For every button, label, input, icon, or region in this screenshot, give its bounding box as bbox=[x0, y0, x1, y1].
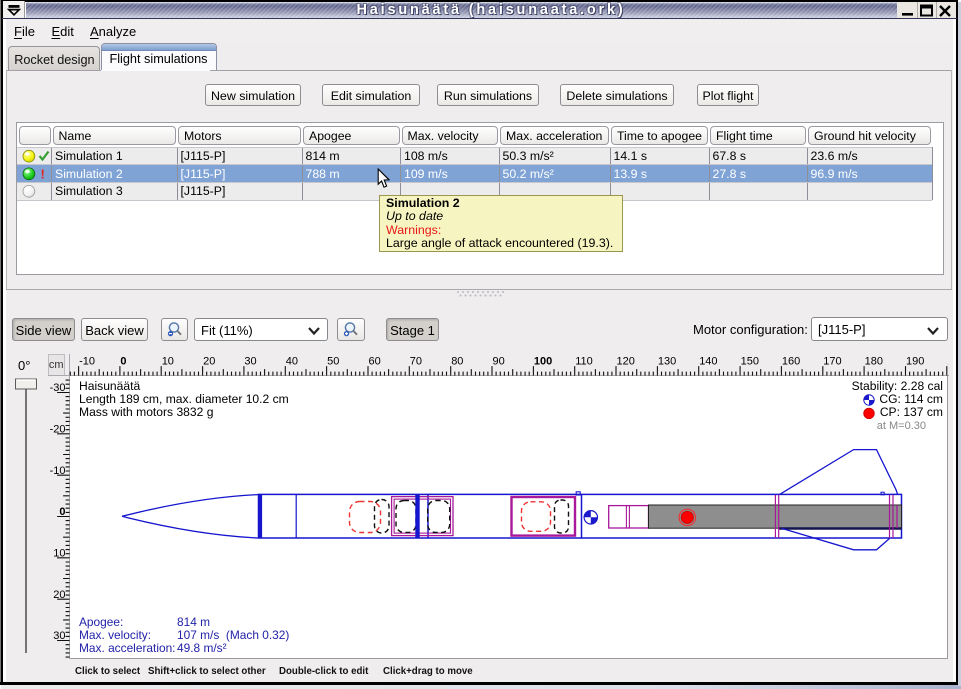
svg-text:10: 10 bbox=[53, 547, 65, 559]
svg-text:160: 160 bbox=[781, 356, 799, 368]
svg-text:140: 140 bbox=[699, 356, 717, 368]
svg-text:40: 40 bbox=[285, 356, 297, 368]
svg-text:0: 0 bbox=[120, 356, 126, 368]
svg-text:0: 0 bbox=[59, 506, 65, 518]
svg-text:80: 80 bbox=[451, 356, 463, 368]
svg-text:110: 110 bbox=[575, 356, 593, 368]
svg-text:60: 60 bbox=[368, 356, 380, 368]
svg-text:170: 170 bbox=[823, 356, 841, 368]
svg-text:20: 20 bbox=[53, 589, 65, 601]
svg-text:-10: -10 bbox=[79, 356, 95, 368]
svg-text:190: 190 bbox=[906, 356, 924, 368]
svg-text:!: ! bbox=[41, 167, 45, 182]
svg-text:120: 120 bbox=[616, 356, 634, 368]
svg-text:200: 200 bbox=[947, 356, 948, 368]
svg-text:-10: -10 bbox=[50, 465, 66, 477]
svg-text:70: 70 bbox=[409, 356, 421, 368]
svg-text:50: 50 bbox=[327, 356, 339, 368]
svg-text:30: 30 bbox=[53, 630, 65, 642]
svg-text:10: 10 bbox=[161, 356, 173, 368]
svg-text:-20: -20 bbox=[50, 423, 66, 435]
svg-text:-30: -30 bbox=[50, 382, 66, 394]
svg-text:30: 30 bbox=[244, 356, 256, 368]
svg-text:180: 180 bbox=[864, 356, 882, 368]
svg-text:100: 100 bbox=[533, 356, 551, 368]
svg-text:20: 20 bbox=[203, 356, 215, 368]
svg-text:90: 90 bbox=[492, 356, 504, 368]
svg-text:130: 130 bbox=[657, 356, 675, 368]
svg-text:150: 150 bbox=[740, 356, 758, 368]
